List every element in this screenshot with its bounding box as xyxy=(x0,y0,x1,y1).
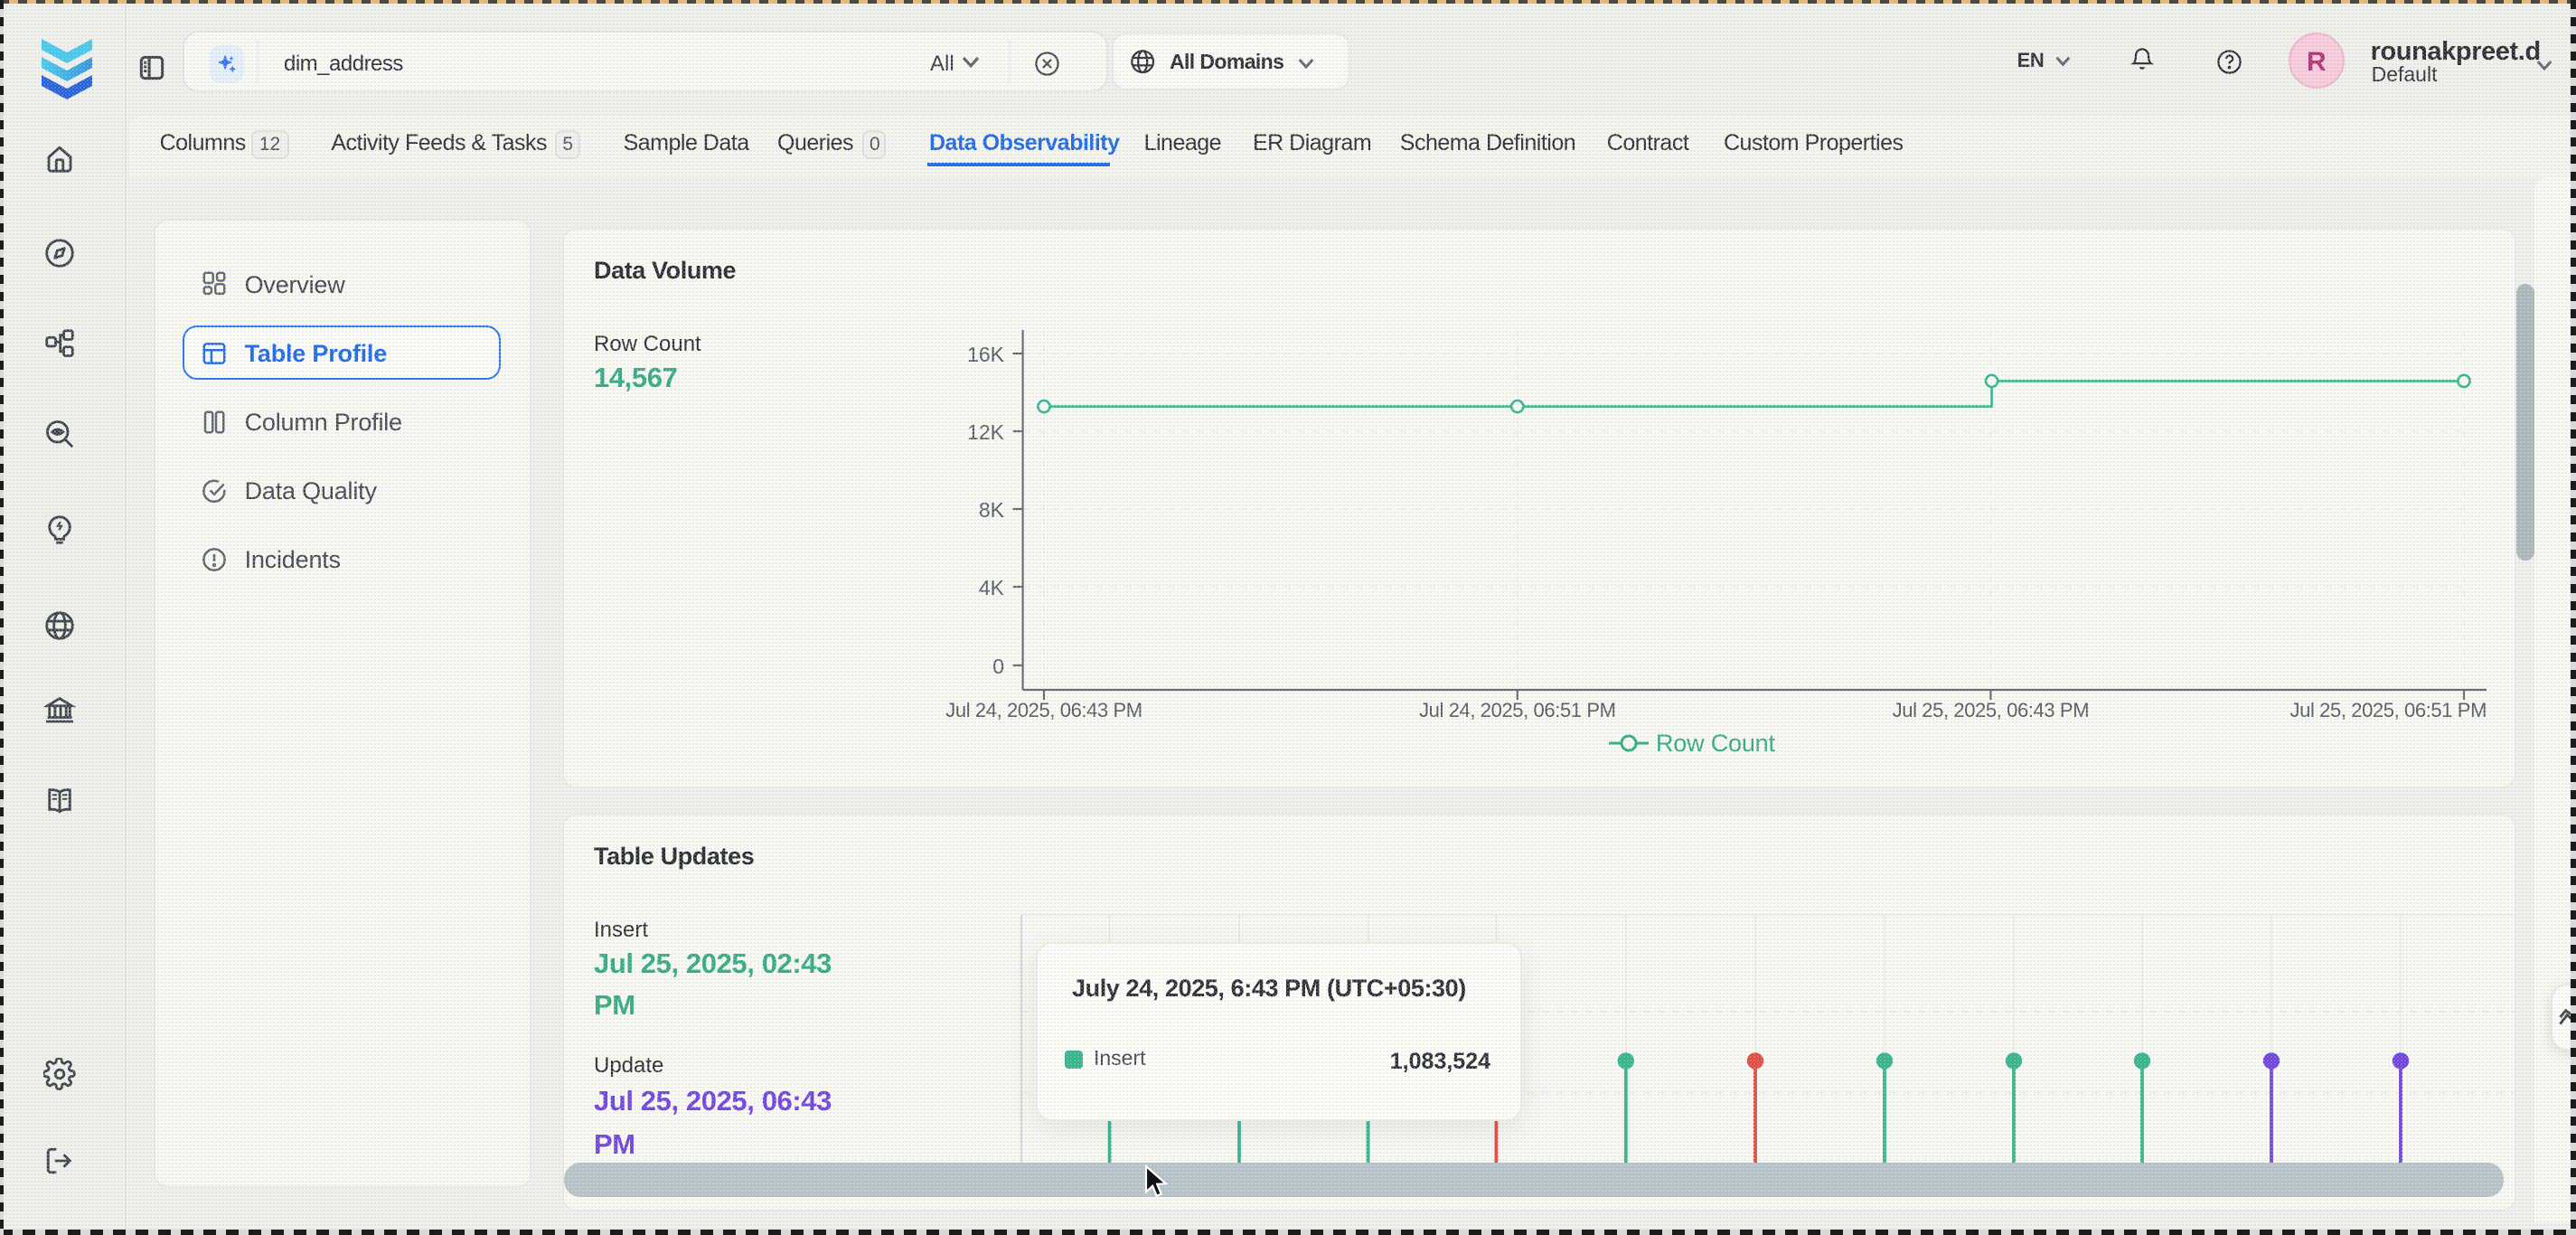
svg-text:12K: 12K xyxy=(966,420,1004,443)
svg-text:8K: 8K xyxy=(978,497,1004,521)
svg-text:16K: 16K xyxy=(966,342,1004,365)
svg-text:Jul 24, 2025, 06:51 PM: Jul 24, 2025, 06:51 PM xyxy=(1418,698,1614,721)
svg-text:4K: 4K xyxy=(978,575,1004,599)
svg-text:Jul 24, 2025, 06:43 PM: Jul 24, 2025, 06:43 PM xyxy=(945,698,1141,721)
svg-text:Jul 25, 2025, 06:43 PM: Jul 25, 2025, 06:43 PM xyxy=(1892,698,2088,721)
svg-text:Row Count: Row Count xyxy=(1655,729,1774,756)
svg-text:Jul 25, 2025, 06:51 PM: Jul 25, 2025, 06:51 PM xyxy=(2289,698,2486,721)
svg-text:0: 0 xyxy=(992,654,1003,677)
